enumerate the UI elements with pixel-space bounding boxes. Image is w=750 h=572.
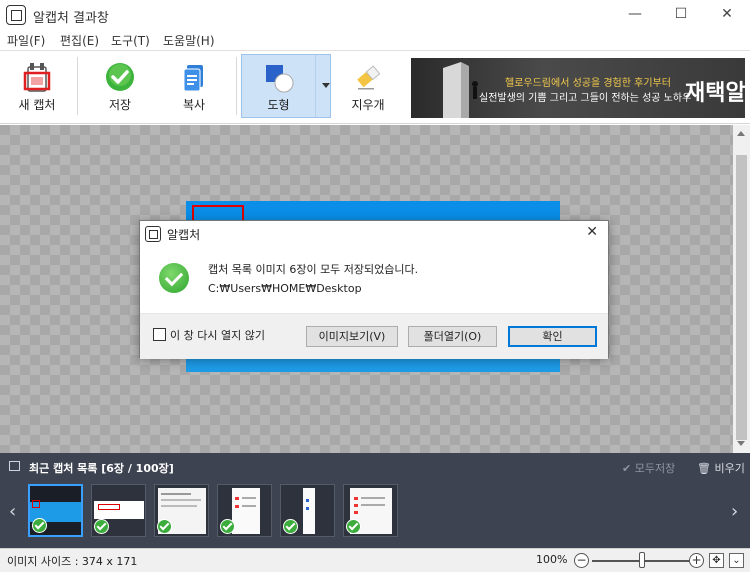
thumbnail-item[interactable] — [343, 484, 398, 537]
thumbnail-item[interactable] — [28, 484, 83, 537]
thumbnail-saved-check-icon — [32, 518, 47, 533]
ad-headline: 재택알 — [685, 81, 745, 106]
thumbnail-saved-check-icon — [157, 519, 172, 534]
shape-label: 도형 — [267, 98, 290, 112]
success-check-icon — [159, 263, 189, 293]
dialog-app-icon — [145, 226, 161, 242]
save-complete-dialog: 알캡처 ✕ 캡처 목록 이미지 6장이 모두 저장되었습니다. C:₩Users… — [139, 220, 609, 359]
thumbnail-saved-check-icon — [220, 519, 235, 534]
thumbnail-saved-check-icon — [346, 519, 361, 534]
copy-button[interactable]: 복사 — [166, 55, 222, 117]
save-button[interactable]: 저장 — [92, 55, 148, 117]
save-all-button[interactable]: ✔ 모두저장 — [622, 460, 675, 476]
dialog-message: 캡처 목록 이미지 6장이 모두 저장되었습니다. — [208, 263, 419, 276]
ad-banner[interactable]: 헬로우드림에서 성공을 경험한 후기부터 실전발생의 기쁨 그리고 그들이 전하… — [411, 58, 745, 118]
ad-figure-icon — [443, 62, 478, 118]
thumbnail-item[interactable] — [217, 484, 272, 537]
menu-help[interactable]: 도움말(H) — [163, 32, 215, 49]
fit-window-icon[interactable]: ✥ — [709, 553, 724, 568]
eraser-icon — [357, 65, 381, 90]
dialog-close-button[interactable]: ✕ — [586, 224, 598, 240]
copy-icon — [183, 65, 203, 92]
dialog-title-bar: 알캡처 ✕ — [140, 221, 608, 247]
zoom-in-button[interactable]: + — [689, 553, 704, 568]
dont-show-again-label[interactable]: 이 창 다시 열지 않기 — [170, 327, 265, 343]
ad-text-line2: 실전발생의 기쁨 그리고 그들이 전하는 성공 노하우 — [479, 93, 692, 104]
minimize-button[interactable]: — — [612, 0, 658, 30]
ad-text-line1: 헬로우드림에서 성공을 경험한 후기부터 — [505, 78, 671, 89]
recent-captures-title: 최근 캡처 목록 [6장 / 100장] — [29, 462, 174, 475]
scroll-down-icon[interactable] — [737, 441, 745, 446]
shape-icon — [265, 65, 293, 93]
recent-list-icon — [9, 461, 20, 471]
toolbar-separator — [77, 57, 78, 115]
eraser-button[interactable]: 지우개 — [340, 55, 396, 117]
chevron-down-icon — [322, 83, 330, 88]
dialog-title: 알캡처 — [167, 228, 201, 242]
new-capture-icon — [23, 63, 51, 92]
copy-label: 복사 — [182, 98, 206, 112]
toolbar: 새 캡처 저장 복사 도형 지우개 헬로우드림에서 성공을 경험한 후기부터 실… — [0, 50, 750, 124]
close-button[interactable]: ✕ — [704, 0, 750, 30]
new-capture-label: 새 캡처 — [18, 98, 56, 112]
window-title: 알캡처 결과창 — [33, 11, 109, 26]
new-capture-button[interactable]: 새 캡처 — [8, 55, 66, 117]
save-label: 저장 — [108, 98, 132, 112]
thumbnail-item[interactable] — [91, 484, 146, 537]
eraser-label: 지우개 — [351, 98, 385, 112]
shape-button[interactable]: 도형 — [241, 54, 316, 118]
thumbnail-saved-check-icon — [94, 519, 109, 534]
save-check-icon — [106, 63, 134, 91]
thumbnail-saved-check-icon — [283, 519, 298, 534]
next-arrow-icon[interactable]: › — [731, 501, 738, 522]
dialog-save-path: C:₩Users₩HOME₩Desktop — [208, 282, 362, 295]
menu-edit[interactable]: 편집(E) — [60, 32, 99, 49]
open-folder-button[interactable]: 폴더열기(O) — [408, 326, 497, 347]
title-bar: 알캡처 결과창 — ☐ ✕ — [0, 0, 750, 30]
shape-dropdown-button[interactable] — [315, 54, 331, 118]
recent-captures-panel: 최근 캡처 목록 [6장 / 100장] ✔ 모두저장 🗑 비우기 ‹ › — [0, 453, 750, 548]
scroll-thumb[interactable] — [736, 155, 747, 440]
menu-bar: 파일(F) 편집(E) 도구(T) 도움말(H) — [0, 30, 750, 50]
clear-list-button[interactable]: 🗑 비우기 — [697, 460, 745, 476]
zoom-out-button[interactable]: − — [574, 553, 589, 568]
prev-arrow-icon[interactable]: ‹ — [9, 501, 16, 522]
thumbnail-item[interactable] — [280, 484, 335, 537]
maximize-button[interactable]: ☐ — [658, 0, 704, 30]
menu-tools[interactable]: 도구(T) — [111, 32, 150, 49]
zoom-percent: 100% — [536, 553, 568, 566]
status-bar: 이미지 사이즈 : 374 x 171 100% − + ✥ ⌄ — [0, 548, 750, 572]
view-image-button[interactable]: 이미지보기(V) — [306, 326, 398, 347]
scroll-up-icon[interactable] — [737, 131, 745, 136]
dialog-footer: 이 창 다시 열지 않기 이미지보기(V) 폴더열기(O) 확인 — [140, 313, 608, 359]
chevron-down-icon[interactable]: ⌄ — [729, 553, 744, 568]
dont-show-again-checkbox[interactable] — [153, 328, 166, 341]
zoom-slider-thumb[interactable] — [639, 552, 645, 568]
thumbnail-item[interactable] — [154, 484, 209, 537]
image-size-label: 이미지 사이즈 : 374 x 171 — [7, 555, 138, 568]
vertical-scrollbar[interactable] — [733, 125, 750, 453]
ok-button[interactable]: 확인 — [508, 326, 597, 347]
app-icon — [6, 5, 26, 25]
toolbar-separator — [236, 57, 237, 115]
menu-file[interactable]: 파일(F) — [7, 32, 45, 49]
